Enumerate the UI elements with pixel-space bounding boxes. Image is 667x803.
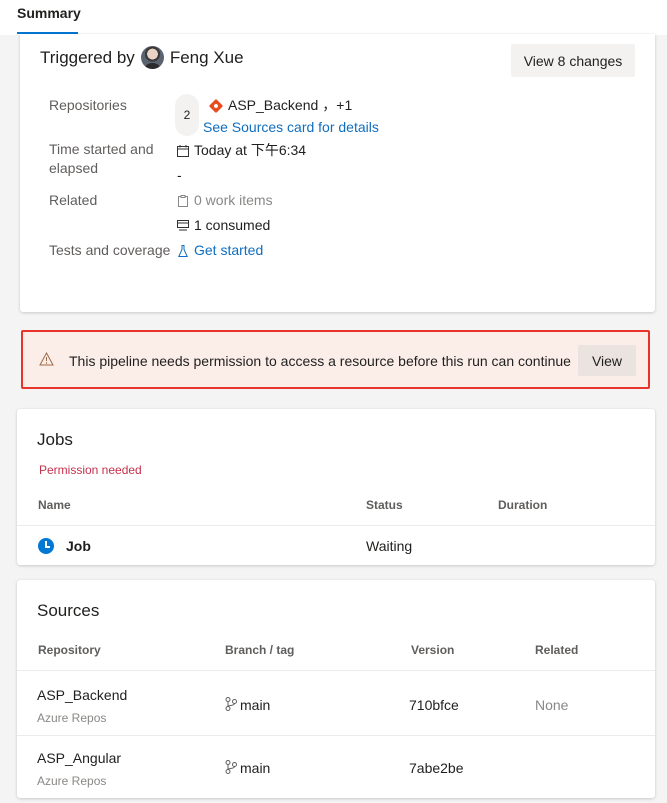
jobs-card: Jobs Permission needed Name Status Durat… <box>17 409 655 565</box>
source-branch: main <box>240 760 271 776</box>
get-started[interactable]: Get started <box>176 241 263 260</box>
job-name[interactable]: Job <box>66 538 91 554</box>
source-related: None <box>535 697 569 713</box>
tests-label: Tests and coverage <box>49 242 171 258</box>
time-started-value: Today at 下午6:34 <box>194 142 307 158</box>
artifact-icon <box>176 220 190 231</box>
branch-icon <box>225 760 237 774</box>
permission-needed-text: Permission needed <box>39 463 142 477</box>
repo-count-badge: 2 <box>175 94 199 136</box>
sources-title: Sources <box>37 601 100 620</box>
permission-warning-bar: This pipeline needs permission to access… <box>21 330 650 389</box>
jobs-title: Jobs <box>37 430 73 449</box>
repo-name: ASP_Backend <box>228 97 319 113</box>
avatar <box>140 46 164 69</box>
jobs-col-duration: Duration <box>498 498 548 512</box>
flask-icon <box>176 244 190 257</box>
triggered-by-label: Triggered by <box>40 47 135 67</box>
tab-summary[interactable]: Summary <box>17 0 81 35</box>
jobs-col-name: Name <box>38 498 71 512</box>
related-label: Related <box>49 192 98 208</box>
source-provider: Azure Repos <box>37 711 107 725</box>
view-changes-button[interactable]: View 8 changes <box>511 44 635 77</box>
repo-more: ，+1 <box>322 97 353 113</box>
sources-col-version: Version <box>411 643 455 657</box>
get-started-link[interactable]: Get started <box>194 241 263 260</box>
source-version[interactable]: 7abe2be <box>409 760 464 776</box>
source-version[interactable]: 710bfce <box>409 697 459 713</box>
triggered-by: Triggered by Feng Xue <box>40 46 244 69</box>
clipboard-icon <box>176 194 190 207</box>
divider <box>17 525 655 526</box>
consumed-value[interactable]: 1 consumed <box>194 216 270 235</box>
divider <box>17 735 655 736</box>
branch-icon <box>225 697 237 711</box>
sources-col-related: Related <box>535 643 579 657</box>
repositories-label: Repositories <box>49 97 127 113</box>
warning-view-button[interactable]: View <box>578 345 636 376</box>
work-items: 0 work items <box>176 191 273 210</box>
user-name[interactable]: Feng Xue <box>170 48 244 68</box>
time-label-line2: elapsed <box>49 160 99 176</box>
source-repo-name: ASP_Angular <box>37 750 122 766</box>
tab-bar: Summary <box>0 0 667 35</box>
clock-icon <box>38 538 54 554</box>
time-label: Time started and elapsed <box>49 140 154 178</box>
sources-col-repository: Repository <box>38 643 101 657</box>
consumed: 1 consumed <box>176 216 270 235</box>
git-repo-icon <box>208 98 224 113</box>
sources-card-link[interactable]: See Sources card for details <box>203 118 379 137</box>
repo-primary: ASP_Backend ，+1 <box>208 96 353 115</box>
source-branch: main <box>240 697 271 713</box>
source-repo-name: ASP_Backend <box>37 687 128 703</box>
time-label-line1: Time started and <box>49 141 154 157</box>
run-summary-card: Triggered by Feng Xue View 8 changes Rep… <box>20 34 655 312</box>
warning-message: This pipeline needs permission to access… <box>69 353 571 369</box>
jobs-col-status: Status <box>366 498 403 512</box>
time-started: Today at 下午6:34 <box>176 141 306 160</box>
job-status: Waiting <box>366 538 413 554</box>
divider <box>17 670 655 671</box>
calendar-icon <box>176 144 190 157</box>
sources-col-branch: Branch / tag <box>225 643 295 657</box>
source-provider: Azure Repos <box>37 774 107 788</box>
elapsed-value: - <box>177 167 182 183</box>
warning-icon <box>38 351 54 368</box>
sources-card: Sources Repository Branch / tag Version … <box>17 580 655 798</box>
work-items-value[interactable]: 0 work items <box>194 191 273 210</box>
